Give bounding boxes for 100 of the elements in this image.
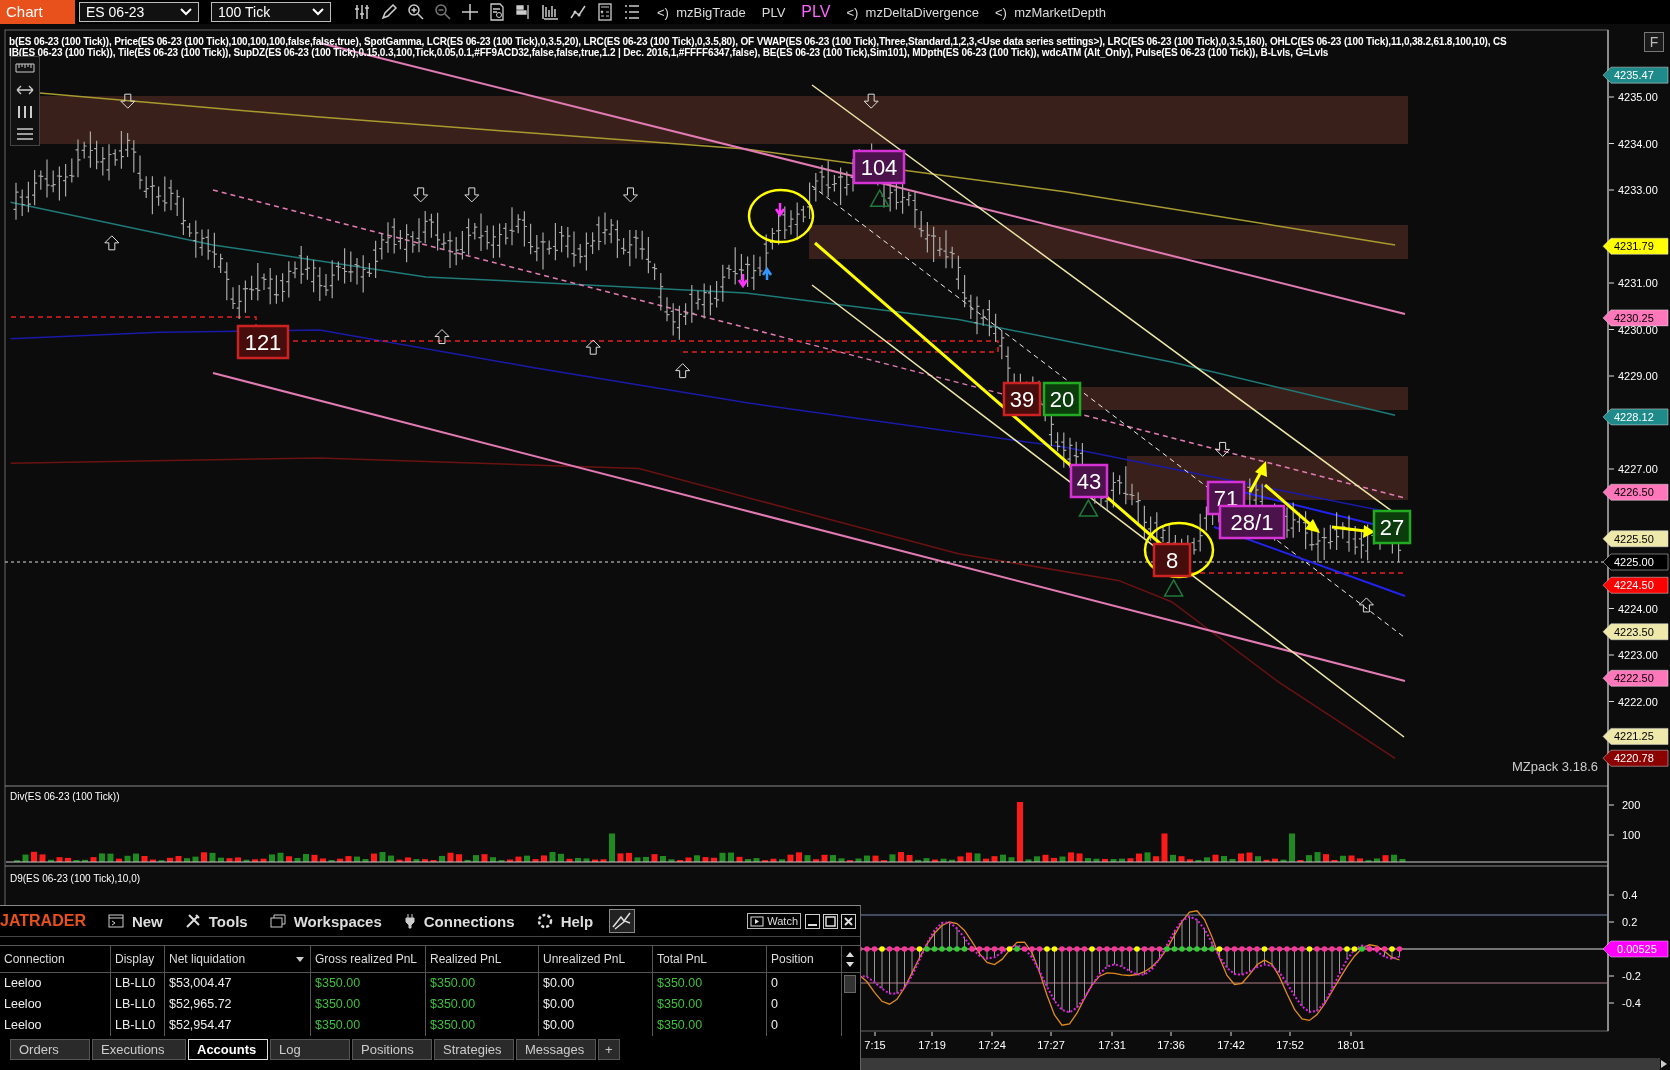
menu-item[interactable]: Tools [184, 912, 248, 930]
interval-select[interactable]: 100 Tick [211, 2, 331, 22]
table-cell: 0 [767, 994, 842, 1015]
column-header[interactable]: Gross realized PnL [311, 946, 426, 972]
axis-tick: 200 [1608, 799, 1641, 811]
table-cell: $350.00 [426, 973, 539, 995]
price-tick: 4229.00 [1608, 370, 1658, 382]
tab[interactable]: Positions [352, 1039, 432, 1060]
price-flag: 4224.50 [1602, 577, 1669, 594]
price-tick: 4234.00 [1608, 137, 1658, 150]
chart-tab[interactable]: Chart [0, 0, 75, 24]
indicator-toggle[interactable]: <) mzDeltaDivergence [846, 4, 979, 20]
column-header[interactable]: Net liquidation [165, 946, 311, 972]
indicator-toggle[interactable]: PLV [761, 4, 786, 20]
tab[interactable]: Strategies [434, 1039, 514, 1060]
menu-item[interactable]: New [107, 912, 163, 930]
axis-tick: 0.4 [1608, 889, 1638, 901]
column-header[interactable]: Realized PnL [426, 946, 539, 972]
time-tick: 17:36 [1157, 1031, 1185, 1051]
time-tick: 18:01 [1337, 1031, 1365, 1051]
instrument-select[interactable]: ES 06-23 [79, 2, 199, 22]
table-cell: $52,965.72 [165, 994, 311, 1015]
table-cell: $0.00 [539, 973, 653, 995]
cluster-label: 8 [1152, 542, 1192, 578]
table-cell: $53,004.47 [165, 973, 311, 995]
table-cell: $350.00 [653, 994, 767, 1015]
table-cell: LB-LL0 [111, 1015, 165, 1036]
indicator-toggle[interactable]: <) mzBigTrade [657, 4, 746, 20]
menu-item[interactable]: Workspaces [269, 912, 382, 930]
cluster-label: 43 [1069, 463, 1109, 499]
price-flag: 4230.25 [1602, 309, 1669, 327]
panel-title: D9(ES 06-23 (100 Tick),10,0) [10, 873, 141, 884]
axis-tick: 100 [1608, 829, 1641, 841]
cluster-label: 20 [1042, 381, 1082, 417]
cluster-label: 104 [852, 149, 906, 185]
time-tick: 17:31 [1098, 1031, 1126, 1051]
indicator-toggle[interactable]: PLV [801, 3, 831, 21]
tab[interactable]: Executions [92, 1039, 186, 1060]
price-tick: 4231.00 [1608, 277, 1658, 289]
time-tick: 17:52 [1276, 1031, 1304, 1051]
tab[interactable]: Accounts [188, 1039, 268, 1060]
cluster-label: 27 [1372, 509, 1412, 545]
price-flag: 4235.47 [1602, 66, 1669, 84]
price-flag: 4225.00 [1602, 553, 1669, 571]
tab[interactable]: Log [270, 1039, 350, 1060]
axis-tick: -0.4 [1608, 997, 1641, 1009]
table-cell: $350.00 [653, 973, 767, 995]
axis-tick: 0.2 [1608, 916, 1638, 928]
version-label: MZpack 3.18.6 [1512, 759, 1598, 774]
add-tab-button[interactable]: + [598, 1039, 620, 1060]
f-button[interactable]: F [1644, 32, 1664, 52]
brand-logo: JATRADER [0, 912, 86, 930]
price-tick: 4222.00 [1608, 695, 1658, 708]
column-header[interactable]: Position [767, 946, 842, 972]
price-flag: 4220.78 [1602, 750, 1669, 767]
price-tick: 4233.00 [1608, 184, 1658, 196]
cluster-label: 39 [1002, 381, 1042, 417]
table-cell: 0 [767, 973, 842, 995]
price-tick: 4224.00 [1608, 602, 1658, 615]
panel-title: Div(ES 06-23 (100 Tick)) [10, 791, 120, 802]
tab[interactable]: Orders [10, 1039, 90, 1060]
price-flag: 4222.50 [1602, 670, 1669, 687]
table-cell: $350.00 [426, 1015, 539, 1036]
column-header[interactable]: Connection [0, 946, 111, 972]
table-cell: 0 [767, 1015, 842, 1036]
table-cell: $350.00 [426, 994, 539, 1015]
price-flag: 4221.25 [1602, 728, 1669, 745]
time-tick: 17:42 [1217, 1031, 1245, 1051]
menu-item[interactable]: Connections [403, 912, 515, 930]
time-tick: 7:15 [864, 1031, 886, 1051]
time-tick: 17:24 [978, 1031, 1006, 1051]
tab[interactable]: Messages [516, 1039, 596, 1060]
axis-tick: -0.2 [1608, 970, 1641, 982]
price-flag: 4231.79 [1602, 238, 1669, 255]
watch-button[interactable]: Watch [747, 913, 801, 929]
value-flag: 0.00525 [1602, 940, 1669, 958]
table-cell: $0.00 [539, 994, 653, 1015]
price-tick: 4227.00 [1608, 463, 1658, 475]
indicator-toggle[interactable]: <) mzMarketDepth [995, 4, 1106, 20]
menu-item[interactable]: Help [536, 912, 594, 930]
table-cell: $350.00 [311, 994, 426, 1015]
table-cell: Leeloo [0, 994, 111, 1015]
column-header[interactable]: Total PnL [653, 946, 767, 972]
column-header[interactable]: Display [111, 946, 165, 972]
table-cell: $350.00 [311, 973, 426, 995]
price-flag: 4225.50 [1602, 530, 1669, 547]
table-cell: $350.00 [311, 1015, 426, 1036]
price-flag: 4228.12 [1602, 408, 1669, 426]
time-tick: 17:19 [918, 1031, 946, 1051]
price-flag: 4226.50 [1602, 484, 1669, 501]
table-cell: $0.00 [539, 1015, 653, 1036]
cluster-label: 121 [236, 324, 290, 360]
table-cell: LB-LL0 [111, 973, 165, 995]
table-cell: $350.00 [653, 1015, 767, 1036]
price-flag: 4223.50 [1602, 623, 1669, 640]
price-tick: 4235.00 [1608, 91, 1658, 103]
table-cell: LB-LL0 [111, 994, 165, 1015]
column-header[interactable]: Unrealized PnL [539, 946, 653, 972]
price-tick: 4223.00 [1608, 649, 1658, 661]
table-cell: $52,954.47 [165, 1015, 311, 1036]
